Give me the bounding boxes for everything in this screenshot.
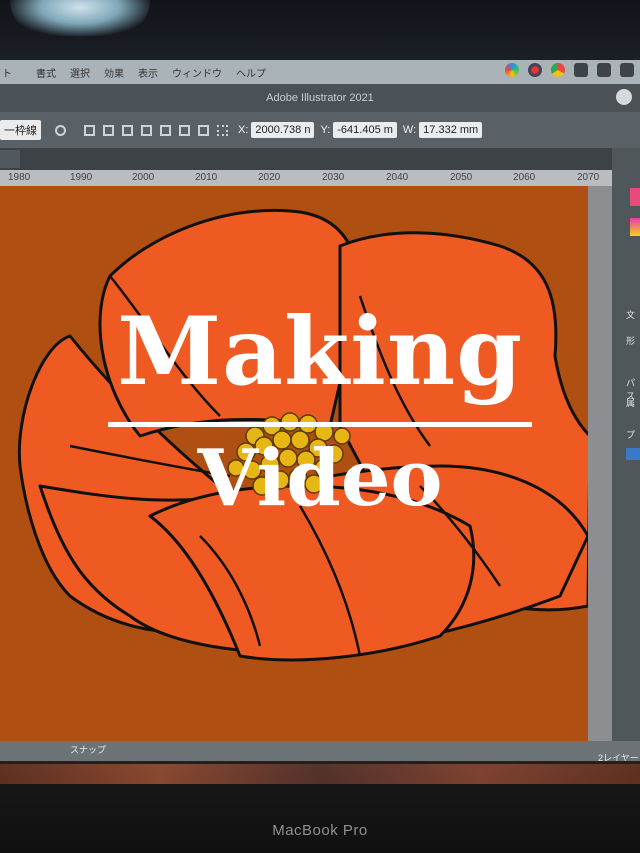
stroke-dropdown[interactable]: 一枠線 bbox=[0, 120, 41, 140]
menu-item-window[interactable]: ウィンドウ bbox=[172, 65, 222, 80]
document-tab[interactable] bbox=[0, 150, 20, 168]
title-making: Making bbox=[117, 297, 523, 407]
reference-point-icon[interactable] bbox=[217, 124, 228, 136]
align-bottom-icon[interactable] bbox=[198, 124, 209, 136]
menu-item-help[interactable]: ヘルプ bbox=[236, 65, 266, 80]
menu-item-effect[interactable]: 効果 bbox=[104, 65, 124, 80]
align-right-icon[interactable] bbox=[141, 124, 152, 136]
title-video: Video bbox=[197, 433, 443, 524]
window-title: Adobe Illustrator 2021 bbox=[266, 92, 374, 104]
ruler-tick: 2070 bbox=[577, 172, 600, 183]
title-divider bbox=[108, 422, 532, 427]
camera-icon[interactable] bbox=[574, 63, 588, 77]
menu-item-type[interactable]: 書式 bbox=[36, 65, 56, 80]
document-tab-strip bbox=[0, 148, 640, 170]
dock-reflection bbox=[0, 764, 640, 784]
ruler-tick: 2020 bbox=[258, 172, 281, 183]
profile-icon[interactable] bbox=[616, 89, 632, 105]
w-label: W: bbox=[402, 124, 417, 136]
x-input[interactable]: 2000.738 n bbox=[251, 122, 315, 138]
align-left-icon[interactable] bbox=[103, 124, 114, 136]
status-bar: スナップ 2レイヤー bbox=[0, 741, 640, 763]
menu-item-select[interactable]: 選択 bbox=[70, 65, 90, 80]
window-title-bar: Adobe Illustrator 2021 bbox=[0, 84, 640, 112]
menu-item-object[interactable]: ト bbox=[2, 65, 12, 80]
x-label: X: bbox=[238, 124, 249, 136]
record-icon[interactable] bbox=[528, 63, 542, 77]
control-bar: 一枠線 X: 2000.738 n Y: -641.405 m W: 17.33… bbox=[0, 112, 640, 148]
y-input[interactable]: -641.405 m bbox=[333, 122, 397, 138]
colorful-app-icon[interactable] bbox=[505, 63, 519, 77]
battery-icon[interactable] bbox=[597, 63, 611, 77]
ruler-tick: 2050 bbox=[450, 172, 473, 183]
ruler-tick: 1990 bbox=[70, 172, 93, 183]
ruler-tick: 2000 bbox=[132, 172, 155, 183]
ruler-tick: 2060 bbox=[513, 172, 536, 183]
align-middle-icon[interactable] bbox=[179, 124, 190, 136]
y-label: Y: bbox=[320, 124, 331, 136]
ruler-tick: 1980 bbox=[8, 172, 31, 183]
align-center-icon[interactable] bbox=[122, 124, 133, 136]
w-input[interactable]: 17.332 mm bbox=[419, 122, 483, 138]
ruler-tick: 2040 bbox=[386, 172, 409, 183]
swatch-icon[interactable] bbox=[630, 188, 640, 206]
recolor-icon[interactable] bbox=[55, 124, 66, 136]
menu-item-view[interactable]: 表示 bbox=[138, 65, 158, 80]
lamp-reflection bbox=[10, 0, 150, 36]
overlay-title: Making Video bbox=[0, 300, 640, 525]
transform-icon[interactable] bbox=[84, 124, 95, 136]
chrome-icon[interactable] bbox=[551, 63, 565, 77]
ruler-tick: 2030 bbox=[322, 172, 345, 183]
ruler-tick: 2010 bbox=[195, 172, 218, 183]
device-label: MacBook Pro bbox=[272, 822, 368, 839]
horizontal-ruler: 1980 1990 2000 2010 2020 2030 2040 2050 … bbox=[0, 170, 612, 186]
menu-extras bbox=[505, 63, 634, 77]
snap-label[interactable]: スナップ bbox=[70, 743, 106, 756]
gradient-icon[interactable] bbox=[630, 218, 640, 236]
wifi-icon[interactable] bbox=[620, 63, 634, 77]
align-top-icon[interactable] bbox=[160, 124, 171, 136]
